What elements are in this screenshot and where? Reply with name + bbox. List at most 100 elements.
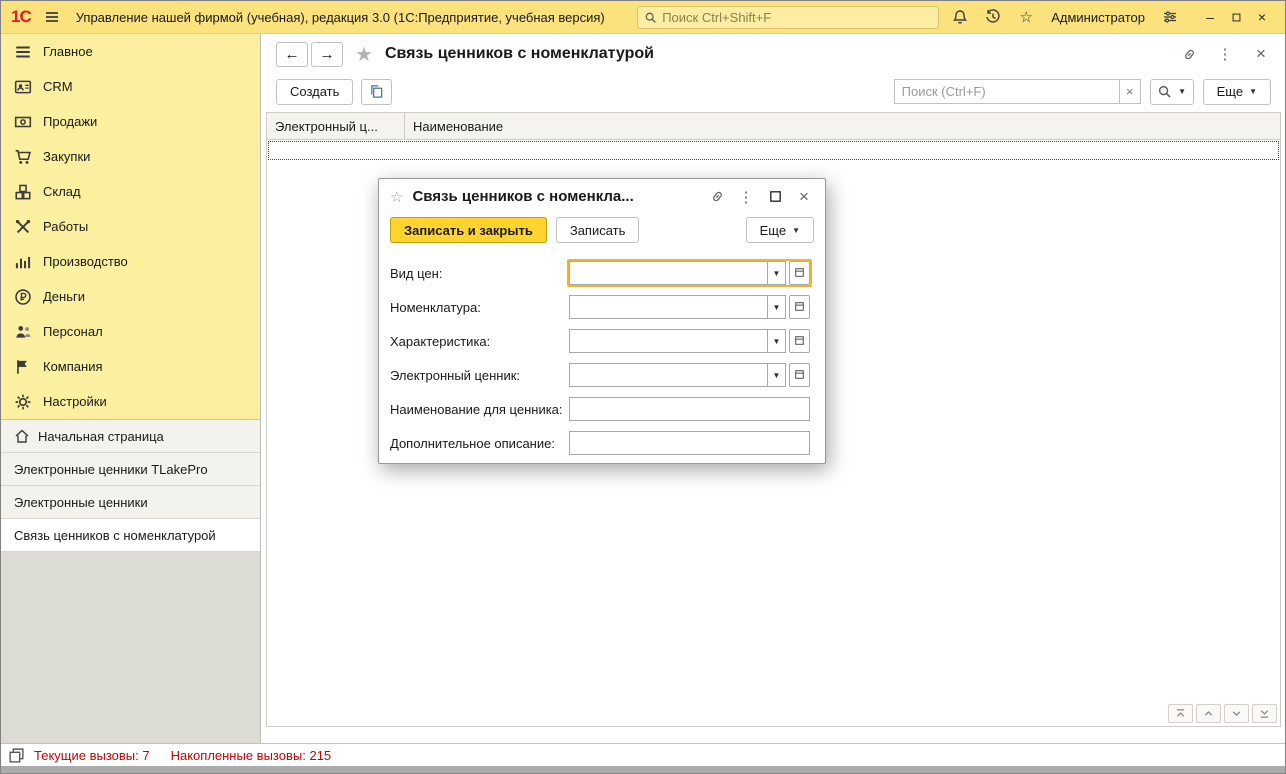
sidebar-item-staff[interactable]: Персонал: [1, 314, 260, 349]
copy-button[interactable]: [361, 79, 392, 105]
service-menu-button[interactable]: [1158, 5, 1182, 29]
open-button[interactable]: [789, 329, 810, 353]
sidebar-item-label: Главное: [43, 44, 93, 59]
list-down-button[interactable]: [1224, 704, 1249, 723]
sidebar-item-works[interactable]: Работы: [1, 209, 260, 244]
list-more-button[interactable]: Еще▼: [1203, 79, 1271, 105]
chevron-down-icon: ▼: [1178, 87, 1186, 96]
dropdown-button[interactable]: ▼: [767, 261, 786, 285]
sidebar-item-sales[interactable]: Продажи: [1, 104, 260, 139]
dialog-buttons: Записать и закрыть Записать Еще▼: [379, 214, 825, 252]
sidebar-item-main[interactable]: Главное: [1, 34, 260, 69]
back-button[interactable]: ←: [276, 42, 308, 67]
sliders-icon: [1162, 9, 1178, 25]
maximize-button[interactable]: [1223, 5, 1249, 29]
field-input[interactable]: [569, 397, 810, 421]
sidebar: Главное CRMПродажи Закупки СкладРаботыПроиз…: [1, 34, 261, 743]
clear-search-button[interactable]: ×: [1120, 79, 1141, 104]
list-search: ×: [894, 79, 1141, 104]
dialog-favorite-star-icon[interactable]: ☆: [390, 188, 403, 206]
close-button[interactable]: ×: [1249, 5, 1275, 29]
search-icon: [1157, 84, 1172, 99]
save-button[interactable]: Записать: [556, 217, 640, 243]
field-input[interactable]: [569, 329, 767, 353]
sidebar-item-label: Деньги: [43, 289, 85, 304]
staff-icon: [14, 323, 32, 341]
open-button[interactable]: [789, 363, 810, 387]
dialog-maximize-button[interactable]: [765, 187, 785, 207]
current-calls: Текущие вызовы: 7: [34, 748, 150, 763]
page-favorite-star-icon[interactable]: ★: [355, 42, 373, 67]
page-header: ← → ★ Связь ценников с номенклатурой ⋮ ×: [262, 34, 1285, 74]
notifications-button[interactable]: [948, 5, 972, 29]
dialog-menu-button[interactable]: ⋮: [736, 187, 756, 207]
sales-icon: [14, 113, 32, 131]
list-toolbar: Создать × ▼ Еще▼: [262, 74, 1285, 109]
open-button[interactable]: [789, 295, 810, 319]
field-label: Характеристика:: [390, 334, 567, 349]
sidebar-item-warehouse[interactable]: Склад: [1, 174, 260, 209]
go-up-icon: [1202, 707, 1215, 720]
page-link-button[interactable]: [1179, 44, 1199, 64]
field-control: ▼: [567, 327, 812, 355]
accumulated-calls: Накопленные вызовы: 215: [171, 748, 332, 763]
user-name[interactable]: Администратор: [1051, 10, 1145, 25]
field-label: Номенклатура:: [390, 300, 567, 315]
global-search-input[interactable]: [662, 10, 932, 25]
history-button[interactable]: [981, 5, 1005, 29]
open-button[interactable]: [789, 261, 810, 285]
window-controls: – ×: [1197, 5, 1275, 29]
field-control: [567, 429, 812, 457]
sidebar-item-crm[interactable]: CRM: [1, 69, 260, 104]
minimize-button[interactable]: –: [1197, 5, 1223, 29]
field-input[interactable]: [569, 363, 767, 387]
window-title: Управление нашей фирмой (учебная), редак…: [76, 10, 605, 25]
dialog-close-button[interactable]: ×: [794, 187, 814, 207]
create-button[interactable]: Создать: [276, 79, 353, 105]
bottom-strip: [1, 766, 1285, 773]
field-input[interactable]: [569, 431, 810, 455]
save-and-close-button[interactable]: Записать и закрыть: [390, 217, 547, 243]
page-menu-button[interactable]: ⋮: [1215, 44, 1235, 64]
nav-item-price-tag-links[interactable]: Связь ценников с номенклатурой: [1, 519, 260, 552]
nav-item-home[interactable]: Начальная страница: [1, 420, 260, 453]
nav-item-tlakepro-price-tags[interactable]: Электронные ценники TLakePro: [1, 453, 260, 486]
sidebar-item-production[interactable]: Производство: [1, 244, 260, 279]
field-control: [567, 395, 812, 423]
column-header[interactable]: Электронный ц...: [267, 113, 405, 139]
sidebar-item-label: Закупки: [43, 149, 90, 164]
copy-icon: [369, 84, 384, 99]
dropdown-button[interactable]: ▼: [767, 295, 786, 319]
column-header[interactable]: Наименование: [405, 113, 511, 139]
nav-item-electronic-price-tags[interactable]: Электронные ценники: [1, 486, 260, 519]
list-top-button[interactable]: [1168, 704, 1193, 723]
sidebar-item-purchases[interactable]: Закупки: [1, 139, 260, 174]
field-control: ▼: [567, 259, 812, 287]
status-bar: Текущие вызовы: 7 Накопленные вызовы: 21…: [1, 743, 1285, 766]
sidebar-item-settings[interactable]: Настройки: [1, 384, 260, 419]
dialog-header: ☆ Связь ценников с номенкла... ⋮ ×: [379, 179, 825, 214]
favorites-button[interactable]: ☆: [1014, 5, 1038, 29]
main-menu-button[interactable]: [40, 5, 64, 29]
sidebar-item-company[interactable]: Компания: [1, 349, 260, 384]
field-input[interactable]: [569, 295, 767, 319]
focused-empty-row[interactable]: [268, 141, 1279, 160]
field-input[interactable]: [569, 261, 767, 285]
page-title: Связь ценников с номенклатурой: [385, 45, 654, 63]
dialog-fields: Вид цен:▼Номенклатура:▼Характеристика:▼Э…: [379, 252, 825, 464]
search-options-button[interactable]: ▼: [1150, 79, 1194, 105]
dropdown-button[interactable]: ▼: [767, 363, 786, 387]
forward-button[interactable]: →: [311, 42, 343, 67]
performance-indicator-icon[interactable]: [8, 747, 25, 764]
dropdown-button[interactable]: ▼: [767, 329, 786, 353]
dialog-link-button[interactable]: [707, 187, 727, 207]
list-search-input[interactable]: [894, 79, 1120, 104]
page-close-button[interactable]: ×: [1251, 44, 1271, 64]
sidebar-item-money[interactable]: Деньги: [1, 279, 260, 314]
list-up-button[interactable]: [1196, 704, 1221, 723]
global-search[interactable]: [637, 6, 939, 29]
dialog-more-button[interactable]: Еще▼: [746, 217, 814, 243]
dialog-title: Связь ценников с номенкла...: [412, 188, 698, 205]
list-bottom-button[interactable]: [1252, 704, 1277, 723]
sidebar-sections: Главное CRMПродажи Закупки СкладРаботыПроиз…: [1, 34, 260, 419]
